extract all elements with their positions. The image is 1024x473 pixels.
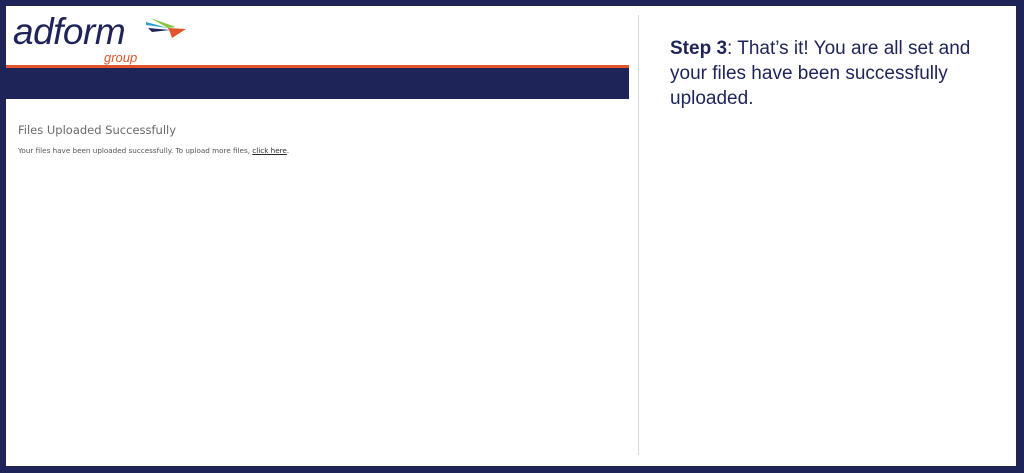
- upload-message-text: Your files have been uploaded successful…: [18, 146, 250, 155]
- adform-logo: adform group: [13, 12, 213, 68]
- logo-wordmark: adform: [13, 11, 126, 52]
- panel-divider: [638, 15, 639, 455]
- step-label: Step 3: [670, 38, 728, 59]
- navigation-bar: [6, 68, 629, 99]
- logo-subtext: group: [104, 50, 138, 65]
- tutorial-frame: adform group Files Uploaded Successfully…: [6, 6, 1016, 466]
- upload-page-screenshot: adform group Files Uploaded Successfully…: [6, 6, 629, 466]
- logo-arrow-icon: [146, 18, 186, 38]
- upload-success-message: Your files have been uploaded successful…: [18, 146, 289, 155]
- upload-message-suffix: .: [286, 146, 290, 155]
- upload-success-title: Files Uploaded Successfully: [18, 123, 177, 137]
- step-instruction: Step 3: That’s it! You are all set and y…: [670, 36, 1010, 111]
- upload-more-link[interactable]: click here: [252, 146, 287, 155]
